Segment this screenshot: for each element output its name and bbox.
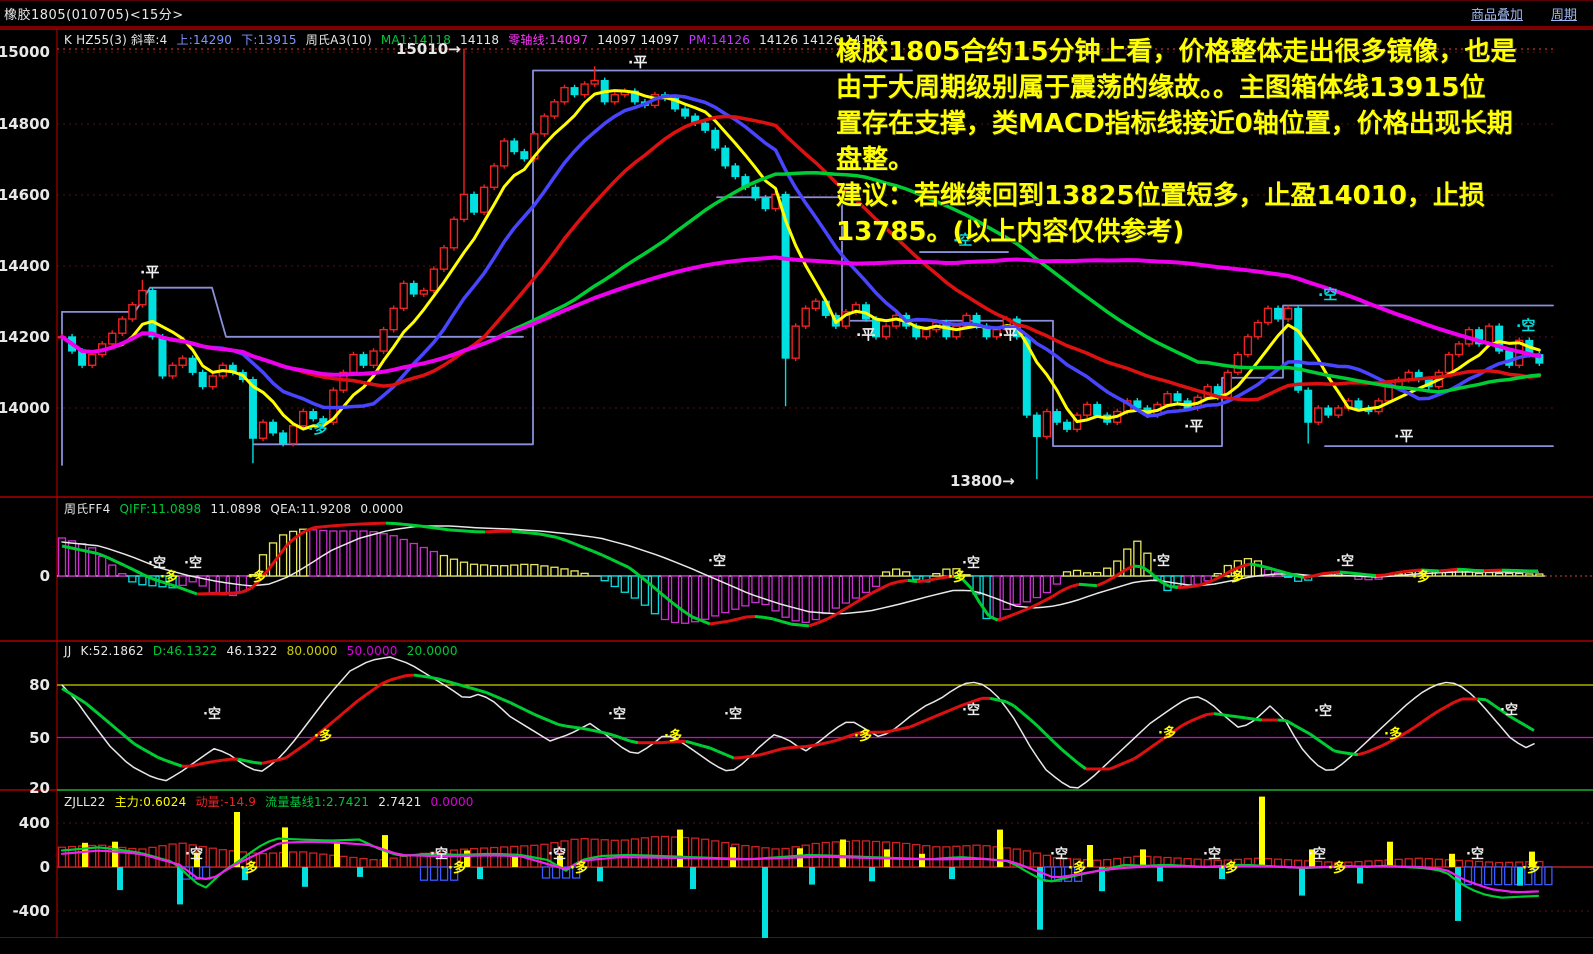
indicator-value: 46.1322 xyxy=(227,644,278,658)
svg-text:·多: ·多 xyxy=(1220,860,1238,876)
svg-text:0: 0 xyxy=(40,858,50,876)
main-indicator-header: K HZ55(3) 斜率:4 上:14290 下:13915 周氏A3(10) MA1:… xyxy=(64,31,894,48)
svg-text:·空: ·空 xyxy=(185,846,203,862)
svg-text:14800: 14800 xyxy=(0,115,50,133)
annotation-line: 建议：若继续回到13825位置短多，止盈14010，止损 xyxy=(836,178,1592,214)
svg-text:·空: ·空 xyxy=(1152,553,1170,569)
indicator-value: 主力:0.6024 xyxy=(115,795,187,809)
svg-text:13800→: 13800→ xyxy=(950,472,1015,490)
indicator-value: 流量基线1:2.7421 xyxy=(265,795,369,809)
svg-text:·多: ·多 xyxy=(314,728,332,744)
svg-text:14600: 14600 xyxy=(0,186,50,204)
indicator-value: 下:13915 xyxy=(241,33,297,47)
svg-text:14200: 14200 xyxy=(0,328,50,346)
analyst-annotation: 橡胶1805合约15分钟上看，价格整体走出很多镜像，也是 由于大周期级别属于震荡… xyxy=(836,34,1592,250)
trading-app-window: 橡胶1805(010705)<15分> 商品叠加 周期 150001480014… xyxy=(0,0,1593,954)
indicator-value: 周氏A3(10) xyxy=(306,33,372,47)
svg-text:·多: ·多 xyxy=(854,728,872,744)
svg-text:·多: ·多 xyxy=(1328,860,1346,876)
indicator-value: MA1:14118 xyxy=(381,33,451,47)
svg-text:400: 400 xyxy=(19,814,50,832)
svg-text:·空: ·空 xyxy=(608,706,626,722)
svg-text:·空: ·空 xyxy=(1308,846,1326,862)
zjll-indicator-header: ZJLL22 主力:0.6024 动量:-14.9 流量基线1:2.7421 2.742… xyxy=(64,793,483,810)
indicator-value: 0.0000 xyxy=(430,795,473,809)
svg-text:0: 0 xyxy=(40,567,50,585)
svg-text:·平: ·平 xyxy=(856,328,875,344)
indicator-value: 20.0000 xyxy=(407,644,458,658)
svg-text:50: 50 xyxy=(29,729,50,747)
svg-text:·空: ·空 xyxy=(1466,846,1484,862)
svg-text:·空: ·空 xyxy=(548,846,566,862)
indicator-value: K HZ55(3) 斜率:4 xyxy=(64,33,168,47)
svg-text:·多: ·多 xyxy=(248,569,266,585)
svg-text:·空: ·空 xyxy=(1318,286,1337,303)
jj-indicator-header: JJ K:52.1862 D:46.1322 46.1322 80.0000 50.000… xyxy=(64,644,467,658)
indicator-value: 0.0000 xyxy=(360,502,403,516)
svg-text:·空: ·空 xyxy=(962,702,980,718)
svg-text:·空: ·空 xyxy=(184,555,202,571)
indicator-value: 11.0898 xyxy=(210,502,261,516)
annotation-line: 盘整。 xyxy=(836,142,1592,178)
svg-text:·多: ·多 xyxy=(570,860,588,876)
indicator-value: ZJLL22 xyxy=(64,795,106,809)
svg-text:·空: ·空 xyxy=(430,846,448,862)
svg-text:·空: ·空 xyxy=(148,555,166,571)
svg-text:·平: ·平 xyxy=(998,328,1017,344)
indicator-value: QEA:11.9208 xyxy=(270,502,351,516)
svg-text:20: 20 xyxy=(29,779,50,797)
indicator-value: JJ xyxy=(64,644,71,658)
indicator-value: 周氏FF4 xyxy=(64,502,110,516)
svg-text:·多: ·多 xyxy=(1522,860,1540,876)
svg-text:·多: ·多 xyxy=(1068,860,1086,876)
taskbar-strip xyxy=(0,938,1593,954)
svg-text:·空: ·空 xyxy=(203,706,221,722)
svg-text:·平: ·平 xyxy=(1184,419,1203,435)
svg-text:·多: ·多 xyxy=(1226,569,1244,585)
indicator-value: 2.7421 xyxy=(378,795,421,809)
svg-text:·多: ·多 xyxy=(1158,725,1176,741)
indicator-value: QIFF:11.0898 xyxy=(119,502,201,516)
svg-text:·空: ·空 xyxy=(724,706,742,722)
svg-text:·空: ·空 xyxy=(1516,317,1535,334)
annotation-line: 由于大周期级别属于震荡的缘故。。主图箱体线13915位 xyxy=(836,70,1592,106)
indicator-value: 动量:-14.9 xyxy=(195,795,256,809)
svg-text:·多: ·多 xyxy=(308,421,327,438)
ff4-indicator-header: 周氏FF4 QIFF:11.0898 11.0898 QEA:11.9208 0.000… xyxy=(64,500,413,517)
svg-text:14400: 14400 xyxy=(0,257,50,275)
indicator-value: 14097 14097 xyxy=(597,33,679,47)
svg-text:·空: ·空 xyxy=(708,553,726,569)
annotation-line: 13785。(以上内容仅供参考) xyxy=(836,214,1592,250)
svg-text:·空: ·空 xyxy=(1314,703,1332,719)
svg-text:·空: ·空 xyxy=(962,555,980,571)
svg-text:·多: ·多 xyxy=(1384,726,1402,742)
svg-text:·多: ·多 xyxy=(948,569,966,585)
svg-text:·平: ·平 xyxy=(1394,429,1413,445)
indicator-value: PM:14126 xyxy=(689,33,750,47)
svg-text:·平: ·平 xyxy=(628,55,647,71)
indicator-value: 50.0000 xyxy=(347,644,398,658)
svg-text:·多: ·多 xyxy=(160,569,178,585)
indicator-value: D:46.1322 xyxy=(153,644,218,658)
svg-text:15000: 15000 xyxy=(0,43,50,61)
indicator-value: 80.0000 xyxy=(287,644,338,658)
annotation-line: 置存在支撑，类MACD指标线接近0轴位置，价格出现长期 xyxy=(836,106,1592,142)
indicator-value: 上:14290 xyxy=(177,33,233,47)
svg-text:·多: ·多 xyxy=(240,860,258,876)
indicator-value: 零轴线:14097 xyxy=(508,33,588,47)
svg-text:80: 80 xyxy=(29,676,50,694)
svg-text:·空: ·空 xyxy=(1500,702,1518,718)
annotation-line: 橡胶1805合约15分钟上看，价格整体走出很多镜像，也是 xyxy=(836,34,1592,70)
svg-text:·平: ·平 xyxy=(140,265,159,281)
svg-text:-400: -400 xyxy=(12,902,50,920)
svg-text:·空: ·空 xyxy=(1050,846,1068,862)
svg-text:·多: ·多 xyxy=(448,860,466,876)
svg-text:14000: 14000 xyxy=(0,399,50,417)
svg-text:·多: ·多 xyxy=(664,728,682,744)
indicator-value: K:52.1862 xyxy=(80,644,143,658)
svg-text:·空: ·空 xyxy=(1203,846,1221,862)
svg-text:·空: ·空 xyxy=(1336,553,1354,569)
svg-text:·多: ·多 xyxy=(1412,569,1430,585)
indicator-value: 14118 xyxy=(460,33,499,47)
